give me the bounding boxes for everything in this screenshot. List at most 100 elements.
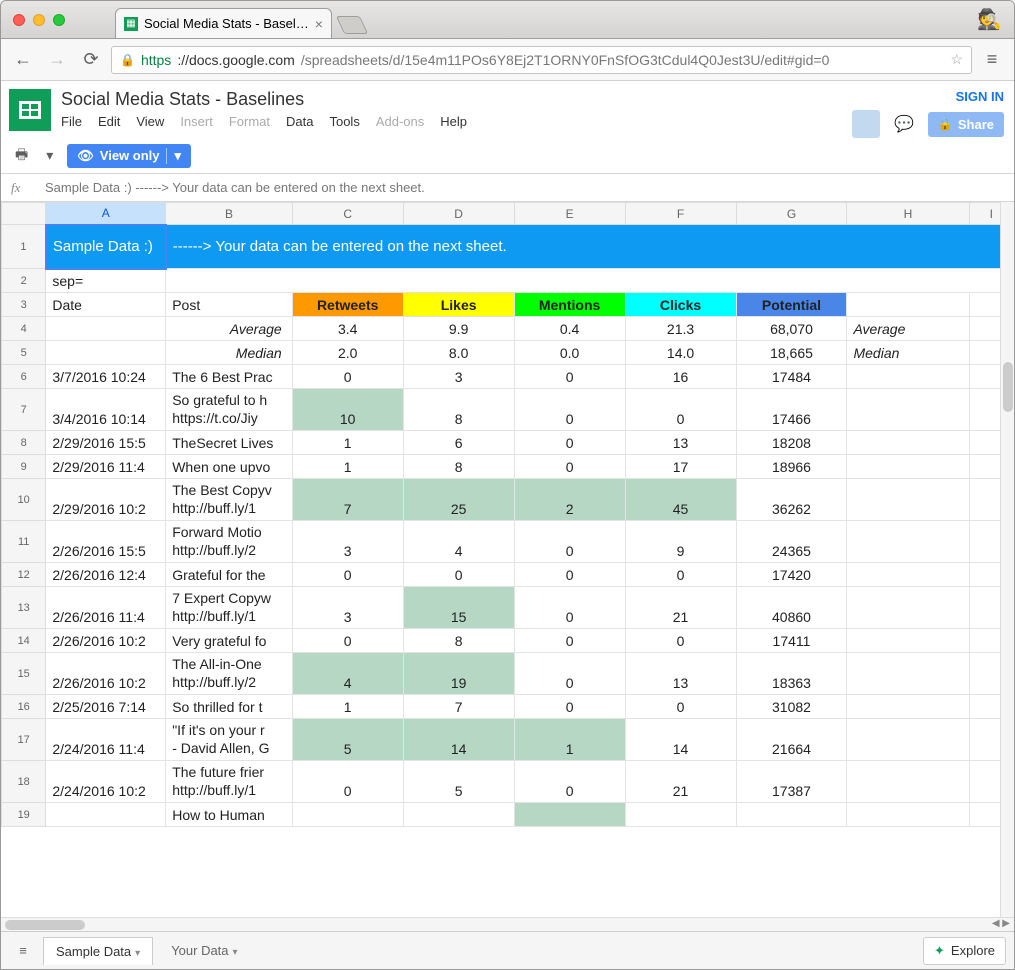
window-minimize-icon[interactable] <box>33 14 45 26</box>
url-path: /spreadsheets/d/15e4m11POs6Y8Ej2T1ORNY0F… <box>301 52 830 68</box>
sign-in-link[interactable]: SIGN IN <box>956 89 1004 104</box>
table-row[interactable]: 102/29/2016 10:2The Best Copyvhttp://buf… <box>2 479 1014 521</box>
table-row[interactable]: 82/29/2016 15:5TheSecret Lives1601318208 <box>2 431 1014 455</box>
tab-title: Social Media Stats - Basel… <box>144 16 309 31</box>
col-H[interactable]: H <box>847 203 969 225</box>
col-C[interactable]: C <box>292 203 403 225</box>
sheets-toolbar: 🖶 ▾ 👁 View only ▾ <box>1 138 1014 174</box>
formula-bar[interactable]: fx Sample Data :) ------> Your data can … <box>1 174 1014 202</box>
chevron-down-icon: ▾ <box>233 947 238 958</box>
chrome-menu-icon[interactable]: ≡ <box>978 49 1006 70</box>
cell-B1-merged[interactable]: ------> Your data can be entered on the … <box>166 225 1014 269</box>
sheets-logo-icon[interactable] <box>9 89 51 131</box>
header-mentions[interactable]: Mentions <box>514 293 625 317</box>
menu-help[interactable]: Help <box>440 114 467 129</box>
row-4[interactable]: 4 Average 3.4 9.9 0.4 21.3 68,070 Averag… <box>2 317 1014 341</box>
table-row[interactable]: 152/26/2016 10:2The All-in-Onehttp://buf… <box>2 653 1014 695</box>
explore-button[interactable]: ✦Explore <box>923 937 1006 965</box>
table-row[interactable]: 19How to Human <box>2 803 1014 827</box>
bookmark-star-icon[interactable]: ☆ <box>950 51 963 68</box>
header-retweets[interactable]: Retweets <box>292 293 403 317</box>
reload-button[interactable]: ⟳ <box>77 46 105 74</box>
table-row[interactable]: 182/24/2016 10:2The future frierhttp://b… <box>2 761 1014 803</box>
menu-insert[interactable]: Insert <box>180 114 213 129</box>
table-row[interactable]: 92/29/2016 11:4When one upvo1801718966 <box>2 455 1014 479</box>
view-only-button[interactable]: 👁 View only ▾ <box>67 144 191 168</box>
explore-icon: ✦ <box>934 943 945 959</box>
url-bar[interactable]: 🔒 https ://docs.google.com/spreadsheets/d… <box>111 46 972 74</box>
row-5[interactable]: 5 Median 2.0 8.0 0.0 14.0 18,665 Median <box>2 341 1014 365</box>
url-scheme: https <box>141 52 171 68</box>
table-row[interactable]: 142/26/2016 10:2Very grateful fo08001741… <box>2 629 1014 653</box>
spreadsheet-grid[interactable]: A B C D E F G H I 1 Sample Data :) -----… <box>1 202 1014 917</box>
lock-icon: 🔒 <box>120 53 135 67</box>
incognito-icon: 🕵 <box>977 7 1002 32</box>
avg-label[interactable]: Average <box>166 317 293 341</box>
print-icon[interactable]: 🖶 <box>11 140 32 172</box>
sheet-tab-your-data[interactable]: Your Data▾ <box>159 937 249 964</box>
table-row[interactable]: 132/26/2016 11:47 Expert Copywhttp://buf… <box>2 587 1014 629</box>
vertical-scrollbar[interactable] <box>1000 202 1014 917</box>
menu-file[interactable]: File <box>61 114 82 129</box>
share-label: Share <box>958 117 994 132</box>
sheets-favicon-icon: ▦ <box>124 17 138 31</box>
menu-tools[interactable]: Tools <box>329 114 359 129</box>
fx-icon: fx <box>11 180 31 196</box>
docs-header: Social Media Stats - Baselines File Edit… <box>1 81 1014 138</box>
header-potential[interactable]: Potential <box>736 293 847 317</box>
header-clicks[interactable]: Clicks <box>625 293 736 317</box>
cell-A2[interactable]: sep= <box>46 269 166 293</box>
menu-data[interactable]: Data <box>286 114 313 129</box>
horizontal-scrollbar[interactable]: ◀ ▶ <box>1 917 1014 931</box>
select-all-corner[interactable] <box>2 203 46 225</box>
col-D[interactable]: D <box>403 203 514 225</box>
share-button[interactable]: 🔒 Share <box>928 112 1004 137</box>
column-headers[interactable]: A B C D E F G H I <box>2 203 1014 225</box>
all-sheets-icon[interactable]: ≡ <box>9 943 37 958</box>
row-1[interactable]: 1 Sample Data :) ------> Your data can b… <box>2 225 1014 269</box>
forward-button[interactable]: → <box>43 46 71 74</box>
table-row[interactable]: 73/4/2016 10:14So grateful to hhttps://t… <box>2 389 1014 431</box>
chevron-down-icon: ▾ <box>135 948 140 959</box>
menu-bar: File Edit View Insert Format Data Tools … <box>61 114 467 129</box>
filter-icon[interactable]: ▾ <box>42 143 57 168</box>
menu-format[interactable]: Format <box>229 114 270 129</box>
col-E[interactable]: E <box>514 203 625 225</box>
back-button[interactable]: ← <box>9 46 37 74</box>
browser-tab[interactable]: ▦ Social Media Stats - Basel… × <box>115 8 332 38</box>
new-tab-button[interactable] <box>336 16 368 34</box>
chevron-down-icon: ▾ <box>166 148 182 164</box>
tab-close-icon[interactable]: × <box>315 16 323 32</box>
median-label[interactable]: Median <box>166 341 293 365</box>
col-B[interactable]: B <box>166 203 293 225</box>
menu-edit[interactable]: Edit <box>98 114 120 129</box>
document-title[interactable]: Social Media Stats - Baselines <box>61 89 467 110</box>
eye-icon: 👁 <box>77 148 94 164</box>
table-row[interactable]: 122/26/2016 12:4Grateful for the00001742… <box>2 563 1014 587</box>
avatar[interactable] <box>852 110 880 138</box>
url-host: ://docs.google.com <box>177 52 295 68</box>
table-row[interactable]: 112/26/2016 15:5Forward Motiohttp://buff… <box>2 521 1014 563</box>
table-row[interactable]: 162/25/2016 7:14So thrilled for t1700310… <box>2 695 1014 719</box>
sheet-tabs-bar: ≡ Sample Data▾ Your Data▾ ✦Explore <box>1 931 1014 969</box>
share-lock-icon: 🔒 <box>938 117 953 131</box>
col-A[interactable]: A <box>46 203 166 225</box>
menu-view[interactable]: View <box>136 114 164 129</box>
window-close-icon[interactable] <box>13 14 25 26</box>
header-likes[interactable]: Likes <box>403 293 514 317</box>
view-only-label: View only <box>100 148 160 163</box>
window-zoom-icon[interactable] <box>53 14 65 26</box>
comments-icon[interactable]: 💬 <box>894 114 914 134</box>
row-3[interactable]: 3 Date Post Retweets Likes Mentions Clic… <box>2 293 1014 317</box>
header-date[interactable]: Date <box>46 293 166 317</box>
table-row[interactable]: 172/24/2016 11:4"If it's on your r- Davi… <box>2 719 1014 761</box>
mac-titlebar: ▦ Social Media Stats - Basel… × 🕵 <box>1 1 1014 39</box>
menu-addons[interactable]: Add-ons <box>376 114 424 129</box>
table-row[interactable]: 63/7/2016 10:24The 6 Best Prac0301617484 <box>2 365 1014 389</box>
row-2[interactable]: 2 sep= <box>2 269 1014 293</box>
col-F[interactable]: F <box>625 203 736 225</box>
col-G[interactable]: G <box>736 203 847 225</box>
sheet-tab-sample-data[interactable]: Sample Data▾ <box>43 937 153 965</box>
cell-A1[interactable]: Sample Data :) <box>46 225 166 269</box>
header-post[interactable]: Post <box>166 293 293 317</box>
